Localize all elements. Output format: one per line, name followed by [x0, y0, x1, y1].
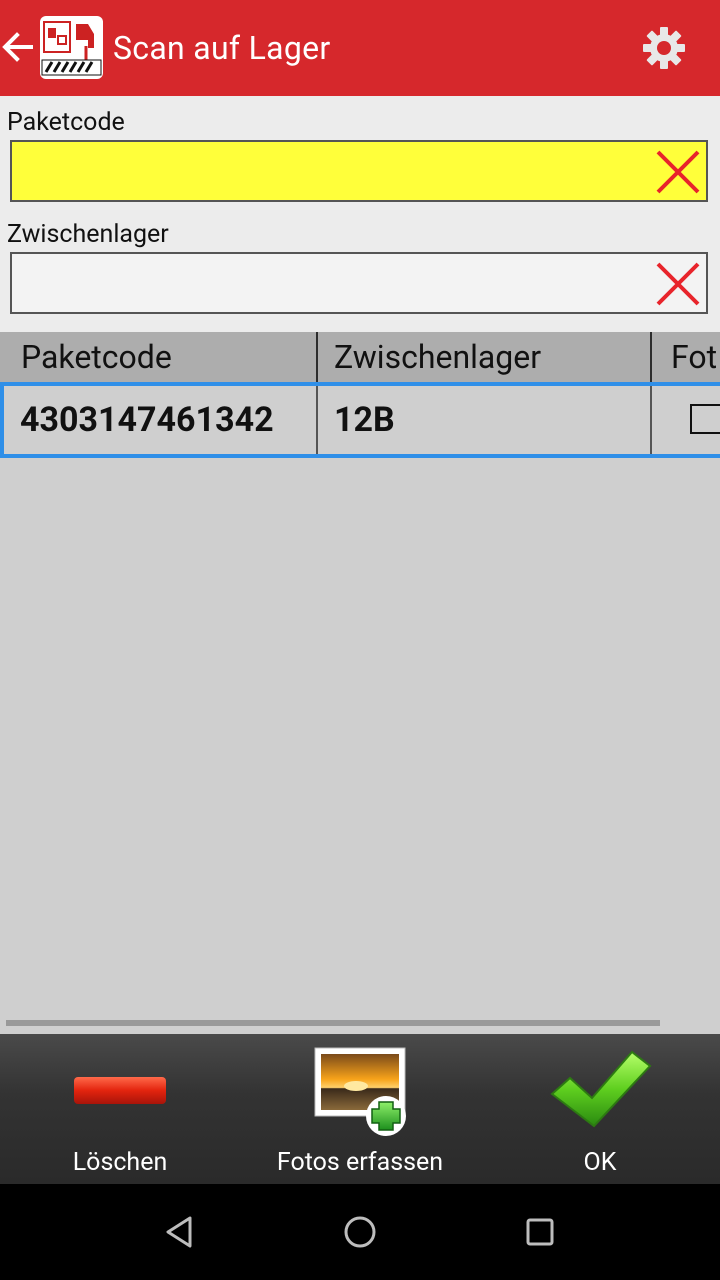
app-logo: [40, 16, 103, 79]
checkmark-icon: [550, 1050, 652, 1128]
square-recents-icon: [526, 1218, 554, 1246]
minus-icon: [74, 1077, 166, 1104]
system-navigation-bar: [0, 1184, 720, 1280]
red-x-icon: [656, 262, 700, 306]
foto-checkbox[interactable]: [690, 404, 720, 434]
settings-button[interactable]: [640, 24, 688, 72]
column-divider: [650, 332, 652, 382]
cell-divider: [316, 386, 318, 454]
nav-back-button[interactable]: [160, 1212, 200, 1252]
column-header-zwischenlager[interactable]: Zwischenlager: [334, 332, 644, 382]
capture-photos-button[interactable]: Fotos erfassen: [260, 1034, 460, 1184]
column-header-foto[interactable]: Fot: [671, 332, 720, 382]
nav-home-button[interactable]: [340, 1212, 380, 1252]
clear-zwischenlager-button[interactable]: [654, 260, 702, 308]
app-bar: Scan auf Lager: [0, 0, 720, 96]
bottom-toolbar: Löschen Fotos erfassen OK: [0, 1034, 720, 1184]
column-header-paketcode[interactable]: Paketcode: [21, 332, 311, 382]
ok-label: OK: [583, 1148, 617, 1177]
delete-label: Löschen: [72, 1148, 168, 1177]
clear-paketcode-button[interactable]: [654, 148, 702, 196]
capture-photos-label: Fotos erfassen: [276, 1148, 444, 1177]
add-photo-icon: [314, 1047, 406, 1136]
ok-button[interactable]: OK: [520, 1034, 680, 1184]
logo-icon: [41, 21, 102, 76]
triangle-back-icon: [166, 1216, 192, 1248]
horizontal-scrollbar[interactable]: [6, 1020, 660, 1026]
cell-zwischenlager: 12B: [334, 400, 395, 440]
gear-icon: [643, 27, 685, 69]
cell-paketcode: 4303147461342: [20, 400, 274, 440]
column-divider: [316, 332, 318, 382]
circle-home-icon: [344, 1216, 376, 1248]
table-row[interactable]: 4303147461342 12B: [0, 382, 720, 458]
delete-button[interactable]: Löschen: [40, 1034, 200, 1184]
red-x-icon: [656, 150, 700, 194]
page-title: Scan auf Lager: [113, 29, 331, 67]
back-button[interactable]: [0, 28, 36, 66]
zwischenlager-label: Zwischenlager: [7, 220, 169, 249]
table-header: Paketcode Zwischenlager Fot: [0, 332, 720, 382]
paketcode-label: Paketcode: [7, 108, 125, 137]
arrow-left-icon: [2, 32, 33, 62]
cell-divider: [650, 386, 652, 454]
scan-form: Paketcode Zwischenlager: [0, 96, 720, 332]
paketcode-input[interactable]: [10, 140, 708, 202]
zwischenlager-input[interactable]: [10, 252, 708, 314]
nav-recents-button[interactable]: [520, 1212, 560, 1252]
